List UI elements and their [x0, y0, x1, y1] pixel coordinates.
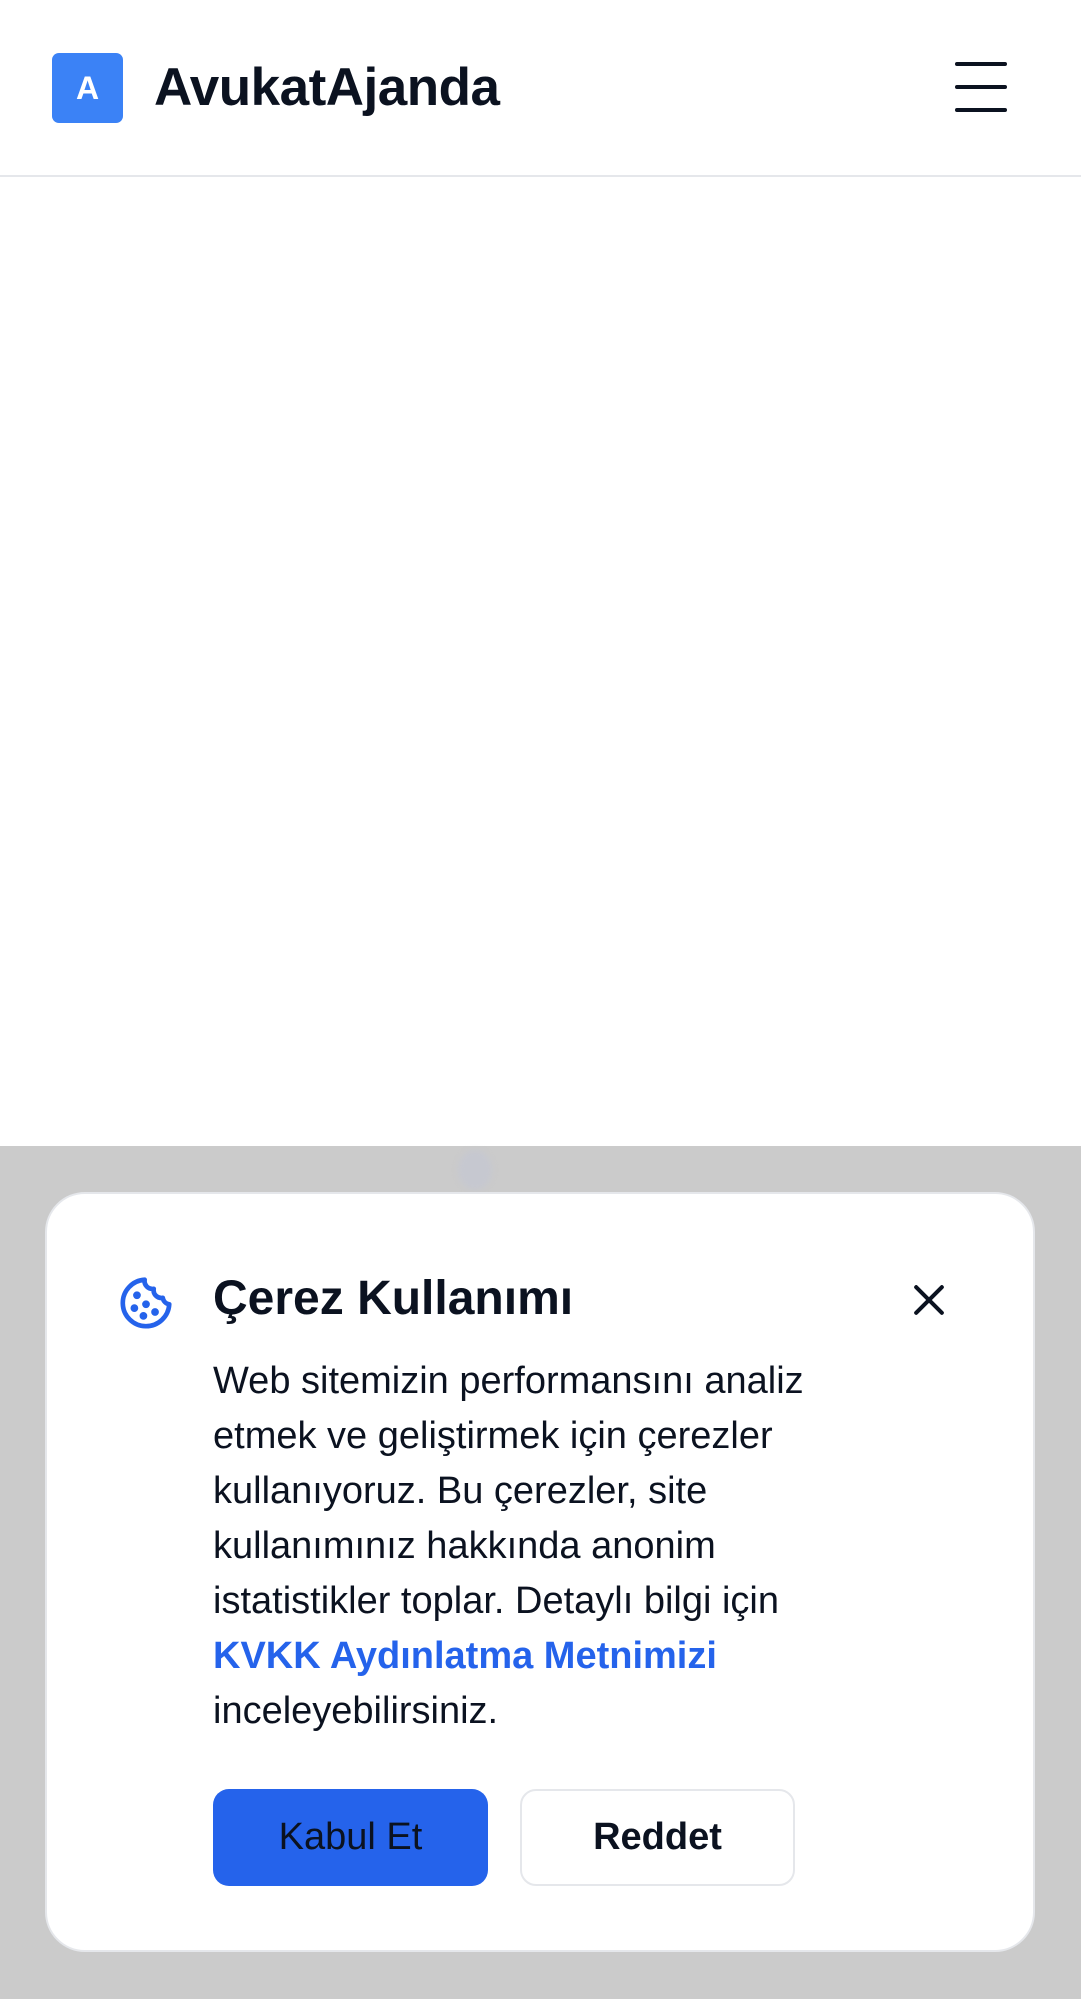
cookie-consent-dialog: Çerez Kullanımı Web sitemizin performans…	[45, 1192, 1035, 1952]
brand-name[interactable]: AvukatAjanda	[154, 56, 500, 120]
reject-button[interactable]: Reddet	[520, 1789, 795, 1886]
top-header: A AvukatAjanda	[0, 0, 1081, 177]
hamburger-menu-icon[interactable]	[955, 62, 1007, 112]
menu-bar	[955, 62, 1007, 66]
cookie-dialog-description: Web sitemizin performansını analiz etmek…	[213, 1354, 863, 1739]
accept-button[interactable]: Kabul Et	[213, 1789, 488, 1886]
description-text: Web sitemizin performansını analiz etmek…	[213, 1360, 804, 1622]
close-icon[interactable]	[907, 1278, 951, 1322]
kvkk-link[interactable]: KVKK Aydınlatma Metnimizi	[213, 1635, 717, 1677]
logo-letter: A	[75, 69, 100, 106]
cookie-icon	[120, 1277, 172, 1329]
logo-icon[interactable]: A	[52, 53, 123, 123]
menu-bar	[955, 108, 1007, 112]
cookie-dialog-title: Çerez Kullanımı	[213, 1272, 574, 1325]
description-text-end: inceleyebilirsiniz.	[213, 1690, 499, 1732]
menu-bar	[955, 85, 1007, 89]
loading-indicator	[458, 1150, 492, 1190]
page-content-area	[0, 177, 1081, 1146]
